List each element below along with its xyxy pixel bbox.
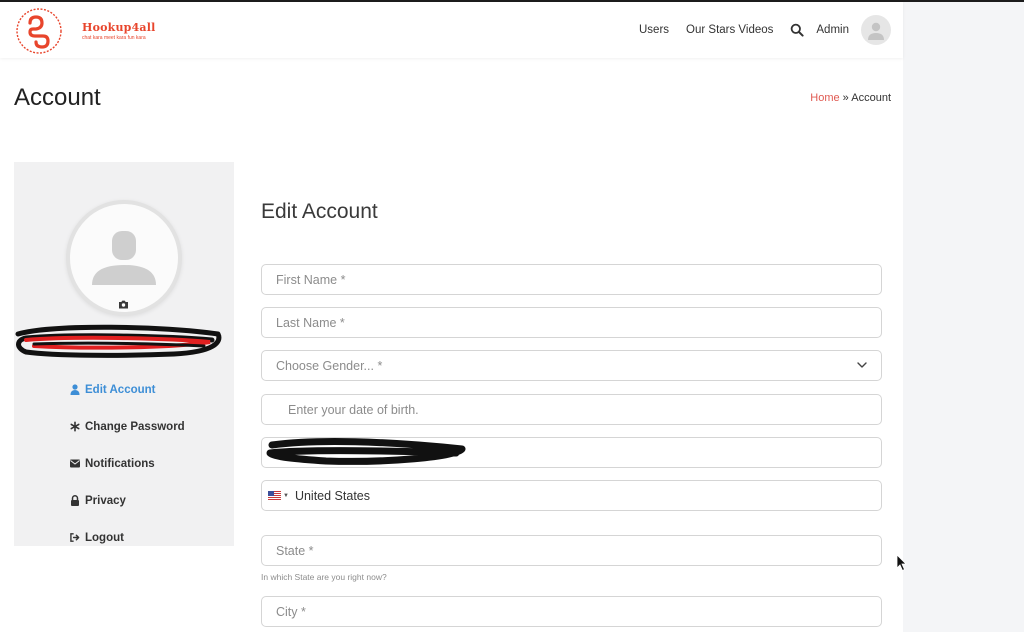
sidebar-item-change-password[interactable]: Change Password [70, 408, 185, 445]
gender-select[interactable]: Choose Gender... * [261, 350, 882, 381]
date-of-birth-input[interactable] [261, 394, 882, 425]
mouse-cursor-icon [896, 554, 907, 572]
site-logo[interactable]: Hookup4all chat kara meet kara fun kara [14, 6, 176, 56]
redacted-username [15, 324, 222, 358]
logo-text: Hookup4all [82, 21, 156, 34]
top-nav: Users Our Stars Videos Admin [639, 15, 891, 45]
breadcrumb-separator: » [839, 92, 852, 104]
sidebar-item-label: Notifications [85, 457, 155, 470]
account-sidebar: Edit Account Change Password Notificatio… [14, 162, 234, 546]
country-value: United States [294, 488, 370, 503]
logo-emblem-icon [16, 8, 62, 54]
camera-icon[interactable] [118, 300, 129, 309]
last-name-input[interactable] [261, 307, 882, 338]
site-header: Hookup4all chat kara meet kara fun kara … [0, 2, 903, 58]
us-flag-icon [268, 491, 281, 500]
breadcrumb-home-link[interactable]: Home [810, 92, 839, 104]
search-icon[interactable] [790, 23, 804, 37]
country-select[interactable]: ▼ United States [261, 480, 882, 511]
user-icon [70, 384, 80, 395]
first-name-input[interactable] [261, 264, 882, 295]
sidebar-item-label: Change Password [85, 420, 185, 433]
sidebar-item-label: Edit Account [85, 383, 156, 396]
redacted-phone-value [266, 438, 466, 465]
breadcrumb: Home » Account [810, 92, 891, 104]
breadcrumb-current: Account [851, 92, 891, 104]
admin-menu-link[interactable]: Admin [816, 24, 849, 36]
sign-out-icon [70, 533, 80, 542]
sidebar-item-notifications[interactable]: Notifications [70, 445, 185, 482]
sidebar-item-edit-account[interactable]: Edit Account [70, 371, 185, 408]
chevron-down-icon [857, 362, 867, 368]
city-input[interactable] [261, 596, 882, 627]
lock-icon [71, 495, 79, 506]
user-avatar[interactable] [861, 15, 891, 45]
logo-tagline: chat kara meet kara fun kara [82, 35, 146, 41]
form-title: Edit Account [261, 200, 378, 223]
envelope-icon [70, 459, 80, 468]
asterisk-icon [70, 421, 80, 432]
nav-link-users[interactable]: Users [639, 24, 669, 36]
sidebar-item-privacy[interactable]: Privacy [70, 482, 185, 519]
sidebar-item-label: Privacy [85, 494, 126, 507]
nav-link-our-stars-videos[interactable]: Our Stars Videos [686, 24, 773, 36]
account-menu: Edit Account Change Password Notificatio… [70, 371, 185, 556]
page: Hookup4all chat kara meet kara fun kara … [0, 2, 903, 632]
profile-photo[interactable] [66, 200, 182, 316]
sidebar-item-logout[interactable]: Logout [70, 519, 185, 556]
profile-placeholder-icon [92, 231, 156, 285]
user-avatar-icon [868, 22, 884, 40]
state-input[interactable] [261, 535, 882, 566]
page-title: Account [14, 84, 101, 111]
gender-select-placeholder: Choose Gender... * [276, 358, 383, 373]
state-help-text: In which State are you right now? [261, 572, 387, 582]
sidebar-item-label: Logout [85, 531, 124, 544]
flag-caret-icon: ▼ [283, 492, 289, 499]
